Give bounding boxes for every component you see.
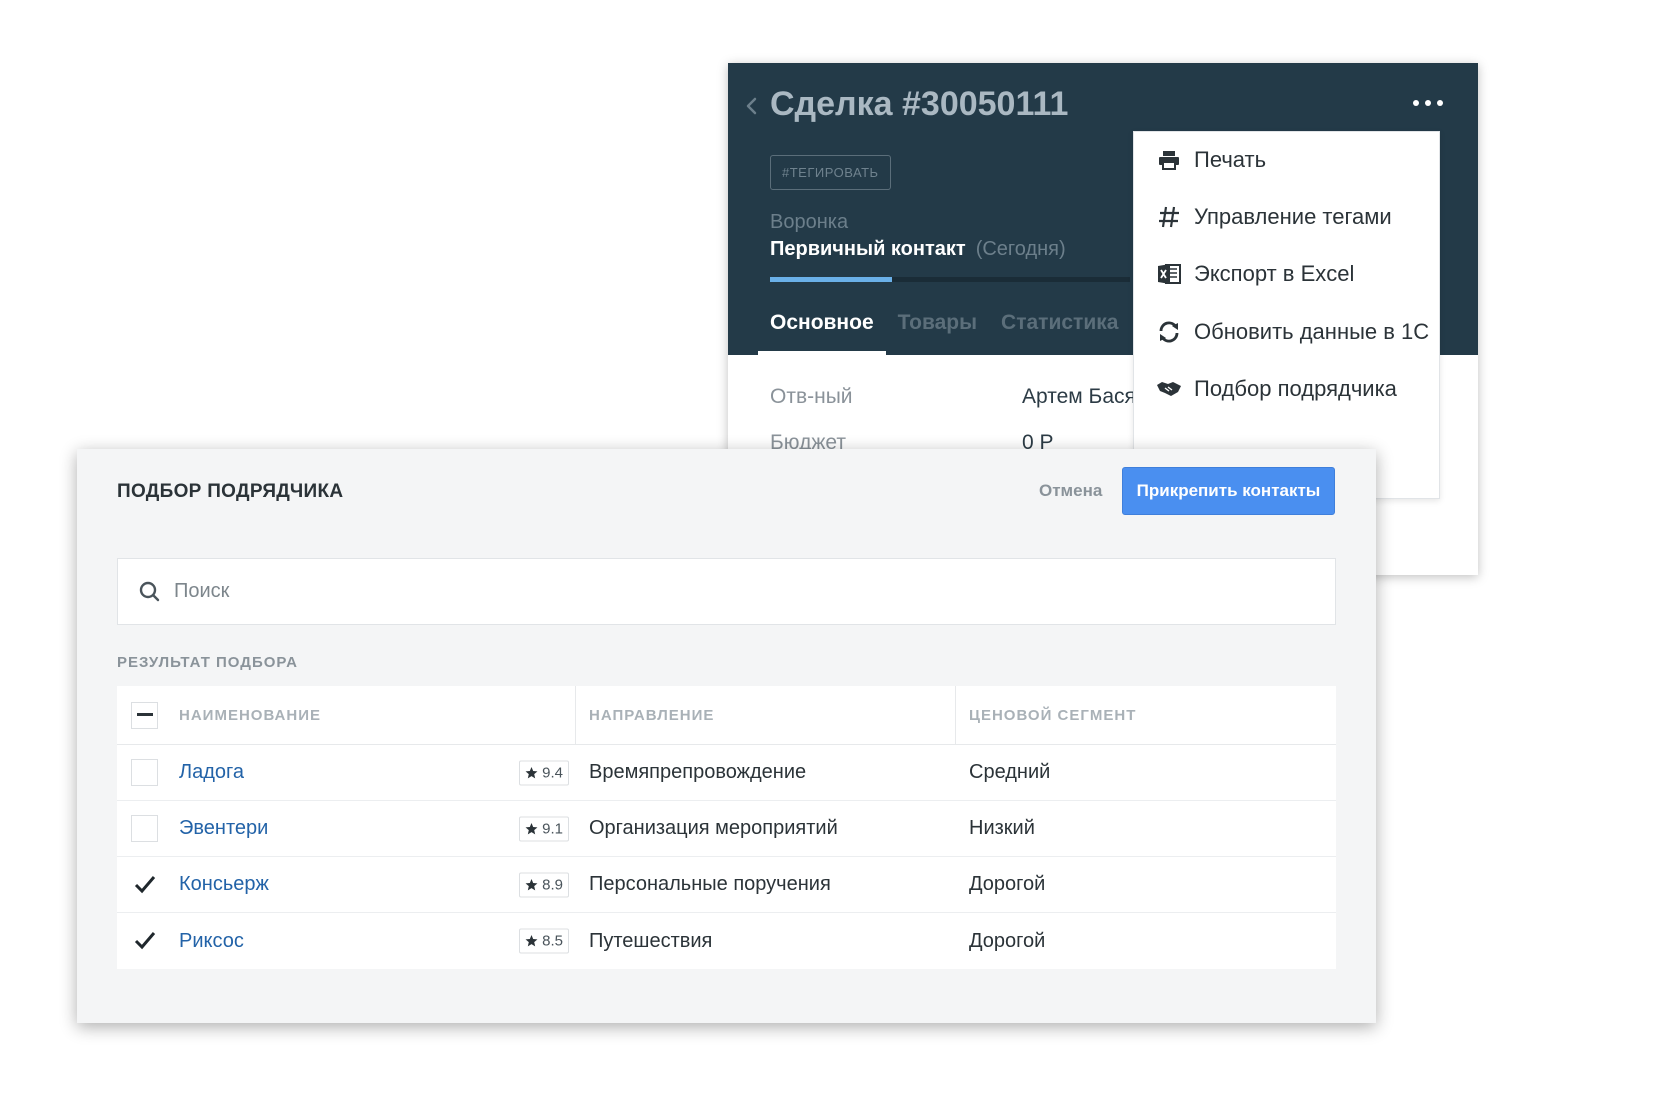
- menu-item-label: Подбор подрядчика: [1194, 376, 1397, 401]
- rating-value: 9.1: [542, 820, 563, 837]
- responsible-value[interactable]: Артем Бася: [1022, 385, 1136, 409]
- tab-main[interactable]: Основное: [758, 301, 886, 355]
- row-checkbox[interactable]: [131, 871, 158, 898]
- more-options-icon[interactable]: [1413, 93, 1443, 113]
- column-header-direction[interactable]: НАПРАВЛЕНИЕ: [589, 707, 714, 724]
- rating-value: 8.9: [542, 876, 563, 893]
- cancel-button[interactable]: Отмена: [1039, 481, 1102, 501]
- table-row[interactable]: Риксос 8.5 Путешествия Дорогой: [117, 913, 1336, 969]
- star-icon: [525, 878, 538, 890]
- menu-item-print[interactable]: Печать: [1134, 136, 1439, 184]
- table-row[interactable]: Эвентери 9.1 Организация мероприятий Низ…: [117, 801, 1336, 857]
- menu-item-label: Печать: [1194, 147, 1267, 172]
- contractor-name-link[interactable]: Риксос: [179, 930, 244, 953]
- handshake-icon: [1156, 376, 1182, 402]
- direction-cell: Персональные поручения: [589, 873, 831, 895]
- segment-cell: Дорогой: [969, 929, 1046, 952]
- results-table: НАИМЕНОВАНИЕ НАПРАВЛЕНИЕ ЦЕНОВОЙ СЕГМЕНТ…: [117, 686, 1336, 969]
- direction-cell: Путешествия: [589, 929, 713, 952]
- funnel-stage-name: Первичный контакт: [770, 238, 966, 260]
- row-checkbox[interactable]: [131, 815, 158, 842]
- row-checkbox[interactable]: [131, 759, 158, 786]
- segment-cell: Дорогой: [969, 873, 1046, 895]
- funnel-stage-date: (Сегодня): [975, 238, 1066, 260]
- funnel-progress-fill: [770, 277, 893, 282]
- column-header-name[interactable]: НАИМЕНОВАНИЕ: [179, 707, 321, 724]
- responsible-label: Отв-ный: [770, 385, 853, 408]
- tag-button[interactable]: #ТЕГИРОВАТЬ: [770, 155, 891, 190]
- printer-icon: [1156, 147, 1182, 173]
- modal-title: ПОДБОР ПОДРЯДЧИКА: [117, 481, 344, 502]
- direction-cell: Организация мероприятий: [589, 817, 838, 839]
- rating-badge: 8.5: [519, 928, 569, 954]
- table-row[interactable]: Ладога 9.4 Времяпрепровождение Средний: [117, 745, 1336, 801]
- rating-value: 8.5: [542, 932, 563, 950]
- contractor-name-link[interactable]: Консьерж: [179, 873, 269, 896]
- rating-badge: 8.9: [519, 872, 569, 897]
- segment-cell: Низкий: [969, 817, 1035, 839]
- excel-icon: [1156, 261, 1182, 287]
- row-checkbox[interactable]: [131, 927, 158, 955]
- menu-item-label: Управление тегами: [1194, 204, 1392, 229]
- minus-icon: [136, 713, 153, 716]
- table-header: НАИМЕНОВАНИЕ НАПРАВЛЕНИЕ ЦЕНОВОЙ СЕГМЕНТ: [117, 686, 1336, 745]
- funnel-progress-bar: [770, 277, 1130, 282]
- star-icon: [525, 935, 538, 947]
- search-input[interactable]: [174, 580, 1274, 603]
- star-icon: [525, 766, 538, 778]
- contractor-name-link[interactable]: Эвентери: [179, 817, 268, 840]
- deal-title: Сделка #30050111: [770, 85, 1069, 123]
- segment-cell: Средний: [969, 761, 1051, 783]
- contractor-modal: ПОДБОР ПОДРЯДЧИКА Отмена Прикрепить конт…: [77, 449, 1376, 1023]
- tab-statistics[interactable]: Статистика: [989, 301, 1130, 355]
- refresh-icon: [1156, 319, 1182, 345]
- results-title: РЕЗУЛЬТАТ ПОДБОРА: [117, 654, 298, 671]
- menu-item-label: Экспорт в Excel: [1194, 261, 1355, 286]
- direction-cell: Времяпрепровождение: [589, 761, 807, 783]
- menu-item-contractor[interactable]: Подбор подрядчика: [1134, 365, 1439, 413]
- rating-badge: 9.1: [519, 816, 569, 841]
- star-icon: [525, 822, 538, 834]
- checkmark-icon: [134, 932, 155, 950]
- checkmark-icon: [134, 875, 155, 893]
- rating-badge: 9.4: [519, 760, 569, 785]
- attach-contacts-button[interactable]: Прикрепить контакты: [1122, 467, 1335, 515]
- column-header-segment[interactable]: ЦЕНОВОЙ СЕГМЕНТ: [969, 707, 1136, 724]
- search-box: [117, 558, 1336, 625]
- funnel-label: Воронка: [770, 211, 849, 233]
- tab-products[interactable]: Товары: [886, 301, 989, 355]
- menu-item-label: Обновить данные в 1С: [1194, 319, 1430, 344]
- rating-value: 9.4: [542, 764, 563, 781]
- search-icon: [139, 581, 160, 601]
- menu-item-refresh-1c[interactable]: Обновить данные в 1С: [1134, 308, 1439, 356]
- table-row[interactable]: Консьерж 8.9 Персональные поручения Доро…: [117, 857, 1336, 913]
- hash-icon: [1156, 204, 1182, 230]
- contractor-name-link[interactable]: Ладога: [179, 761, 244, 784]
- select-all-checkbox[interactable]: [131, 701, 158, 729]
- back-arrow-icon[interactable]: [741, 95, 763, 117]
- deal-actions-menu: Печать Управление тегами Экспорт в Excel…: [1133, 131, 1440, 499]
- menu-item-export-excel[interactable]: Экспорт в Excel: [1134, 250, 1439, 298]
- funnel-stage[interactable]: Первичный контакт (Сегодня): [770, 238, 1066, 261]
- menu-item-tags[interactable]: Управление тегами: [1134, 193, 1439, 241]
- deal-tabs: Основное Товары Статистика Р: [758, 301, 1168, 355]
